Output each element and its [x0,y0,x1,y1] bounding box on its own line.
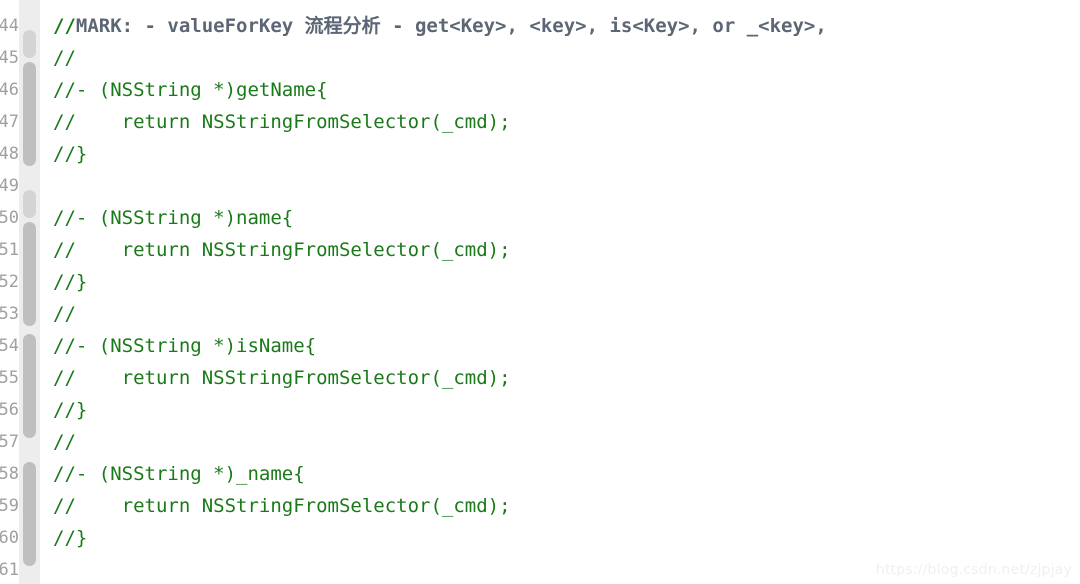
fold-block-5[interactable] [23,334,36,438]
code-line[interactable]: // [53,42,76,74]
comment-text: //- (NSString *)_name{ [53,463,305,485]
comment-text: //} [53,143,88,165]
fold-block-2[interactable] [23,62,36,166]
code-line[interactable]: //- (NSString *)_name{ [53,458,305,490]
code-text-area[interactable]: //MARK: - valueForKey 流程分析 - get<Key>, <… [40,0,1080,584]
comment-text: //} [53,399,88,421]
code-line[interactable]: //- (NSString *)getName{ [53,74,328,106]
code-line[interactable]: //} [53,394,87,426]
comment-text: // [53,303,76,325]
code-line[interactable]: // return NSStringFromSelector(_cmd); [53,106,511,138]
code-line[interactable]: // return NSStringFromSelector(_cmd); [53,490,511,522]
line-number: 50 [0,208,19,228]
line-number: 57 [0,432,19,452]
line-number: 56 [0,400,19,420]
fold-block-1[interactable] [23,30,36,58]
fold-block-4[interactable] [23,222,36,326]
line-number: 51 [0,240,19,260]
line-number-gutter[interactable]: 44 45 46 47 48 49 50 51 52 53 54 55 56 57 58 59 60 61 [0,0,19,584]
code-line[interactable]: // [53,426,76,458]
code-line[interactable]: // return NSStringFromSelector(_cmd); [53,234,511,266]
code-line[interactable]: //- (NSString *)isName{ [53,330,316,362]
comment-text: // return NSStringFromSelector(_cmd); [53,367,511,389]
line-number: 61 [0,560,19,580]
line-number: 52 [0,272,19,292]
line-number: 54 [0,336,19,356]
comment-text: //- (NSString *)getName{ [53,79,328,101]
mark-directive-text: MARK: - valueForKey 流程分析 - get<Key>, <ke… [75,15,827,37]
code-fold-ribbon[interactable] [19,0,40,584]
comment-text: // return NSStringFromSelector(_cmd); [53,111,511,133]
line-number: 48 [0,144,19,164]
comment-text: // [53,47,76,69]
line-number: 44 [0,16,19,36]
comment-text: //} [53,527,88,549]
comment-text: // return NSStringFromSelector(_cmd); [53,239,511,261]
code-line[interactable]: //} [53,522,87,554]
line-number: 55 [0,368,19,388]
code-line[interactable]: //MARK: - valueForKey 流程分析 - get<Key>, <… [53,10,827,42]
comment-text: // return NSStringFromSelector(_cmd); [53,495,511,517]
code-line[interactable]: //} [53,138,87,170]
line-number: 58 [0,464,19,484]
code-line[interactable]: //- (NSString *)name{ [53,202,293,234]
code-editor: 44 45 46 47 48 49 50 51 52 53 54 55 56 57 58 59 60 61 //M… [0,0,1080,584]
fold-block-3[interactable] [23,190,36,218]
line-number: 46 [0,80,19,100]
comment-text: //- (NSString *)name{ [53,207,294,229]
comment-text: // [53,431,76,453]
fold-block-6[interactable] [23,462,36,566]
line-number: 59 [0,496,19,516]
line-number: 47 [0,112,19,132]
code-line[interactable]: // return NSStringFromSelector(_cmd); [53,362,511,394]
line-number: 45 [0,48,19,68]
line-number: 60 [0,528,19,548]
comment-text: //} [53,271,88,293]
watermark: https://blog.csdn.net/zjpjay [875,562,1072,578]
line-number: 49 [0,176,19,196]
code-line[interactable]: //} [53,266,87,298]
comment-text: //- (NSString *)isName{ [53,335,317,357]
code-line[interactable]: // [53,298,76,330]
line-number: 53 [0,304,19,324]
comment-slashes: // [53,15,76,37]
